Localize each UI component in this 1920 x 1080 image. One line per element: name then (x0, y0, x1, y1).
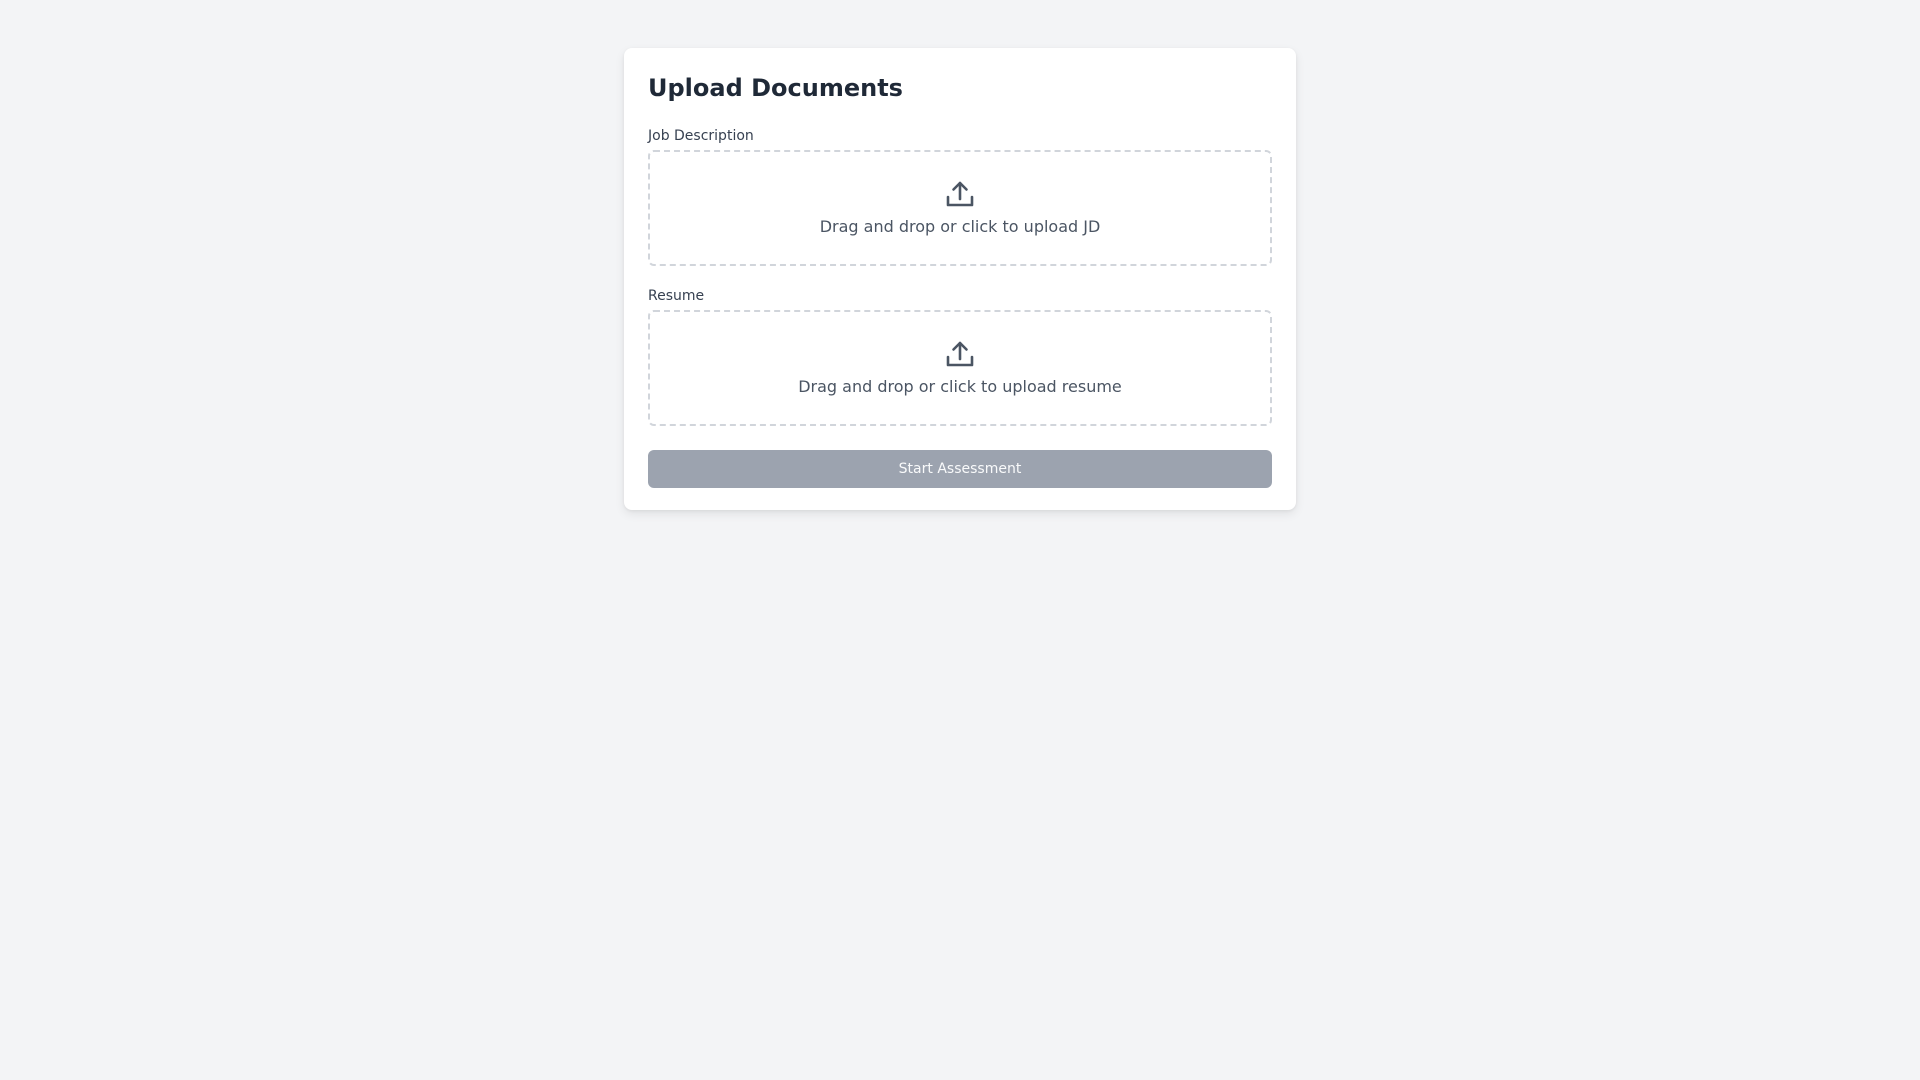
page-title: Upload Documents (648, 74, 903, 102)
resume-label: Resume (648, 288, 705, 304)
upload-icon (944, 178, 976, 210)
job-description-label: Job Description (648, 128, 754, 144)
upload-icon (944, 338, 976, 370)
resume-hint: Drag and drop or click to upload resume (798, 377, 1122, 396)
job-description-hint: Drag and drop or click to upload JD (819, 217, 1101, 236)
upload-documents-card: Upload Documents Job Description Drag an… (624, 48, 1296, 510)
job-description-dropzone[interactable]: Drag and drop or click to upload JD (648, 150, 1272, 266)
resume-dropzone[interactable]: Drag and drop or click to upload resume (648, 310, 1272, 426)
start-assessment-button[interactable]: Start Assessment (648, 450, 1272, 488)
